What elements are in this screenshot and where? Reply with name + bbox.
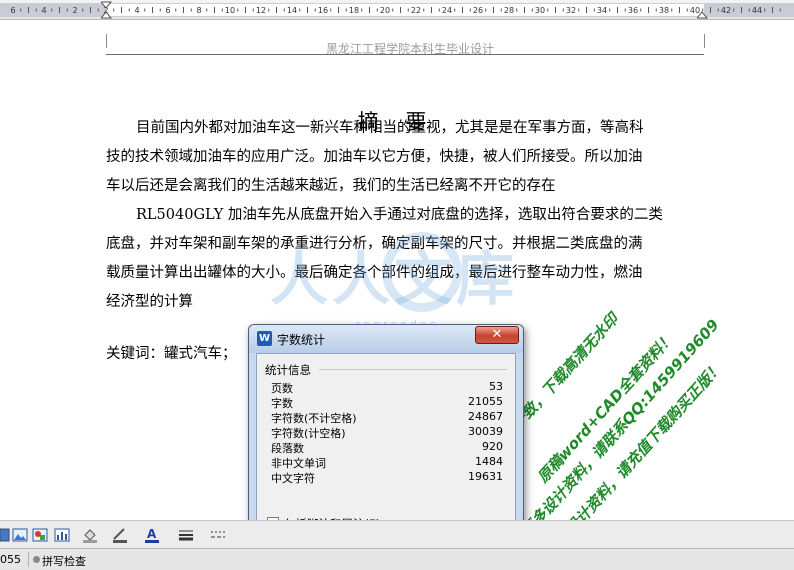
- insert-image-icon[interactable]: [12, 527, 28, 543]
- stat-value: 53: [489, 380, 503, 393]
- line-style-icon[interactable]: [178, 527, 194, 543]
- wps-writer-icon: W: [257, 331, 272, 346]
- stat-label: 字符数(不计空格): [271, 412, 357, 425]
- ruler-number: 10: [225, 6, 235, 15]
- stat-value: 19631: [468, 470, 503, 483]
- status-word-count[interactable]: 055: [0, 553, 21, 566]
- header-corner-mark-right: [704, 34, 705, 48]
- group-divider: [319, 369, 507, 370]
- ruler-number: 42: [721, 6, 731, 15]
- stat-row-non-chinese-words: 非中文单词 1484: [271, 455, 503, 470]
- text-line: RL5040GLY 加油车先从底盘开始入手通过对底盘的选择，选取出符合要求的二类: [136, 207, 663, 223]
- stat-label: 页数: [271, 382, 293, 395]
- line-color-icon[interactable]: [112, 527, 128, 543]
- ruler-number: 12: [256, 6, 266, 15]
- text-line: 目前国内外都对加油车这一新兴车种相当的重视，尤其是是在军事方面，等高科: [136, 120, 644, 136]
- stat-value: 30039: [468, 425, 503, 438]
- ruler-number: 6: [10, 6, 15, 15]
- stat-label: 中文字符: [271, 472, 315, 485]
- right-indent-marker[interactable]: [697, 0, 708, 20]
- status-bar: 055 拼写检查: [0, 548, 794, 570]
- fill-color-icon[interactable]: [82, 527, 98, 543]
- stat-row-chars-no-spaces: 字符数(不计空格) 24867: [271, 410, 503, 425]
- ruler-number: 2: [72, 6, 77, 15]
- ruler-number: 30: [535, 6, 545, 15]
- stat-row-chars-with-spaces: 字符数(计空格) 30039: [271, 425, 503, 440]
- word-count-dialog[interactable]: W 字数统计 ✕ 统计信息 页数 53 字数 21055 字符数(不计空格) 2…: [248, 324, 524, 563]
- stat-value: 1484: [475, 455, 503, 468]
- dialog-title: 字数统计: [277, 333, 326, 347]
- stat-row-pages: 页数 53: [271, 380, 503, 395]
- ruler-number: 8: [196, 6, 201, 15]
- statistics-group-label: 统计信息: [265, 363, 311, 377]
- stat-row-paragraphs: 段落数 920: [271, 440, 503, 455]
- stat-label: 段落数: [271, 442, 304, 455]
- ruler-number: 44: [752, 6, 762, 15]
- ruler-number: 34: [597, 6, 607, 15]
- ruler-number: 6: [165, 6, 170, 15]
- insert-clipart-icon[interactable]: [32, 527, 48, 543]
- stat-row-words: 字数 21055: [271, 395, 503, 410]
- dialog-body: 统计信息 页数 53 字数 21055 字符数(不计空格) 24867 字符数(…: [256, 353, 516, 563]
- ruler-number: 24: [442, 6, 452, 15]
- spell-check-icon: [33, 556, 40, 563]
- stat-row-chinese-chars: 中文字符 19631: [271, 470, 503, 485]
- ruler-number: 28: [504, 6, 514, 15]
- ruler-number: 18: [349, 6, 359, 15]
- ruler-number: 26: [473, 6, 483, 15]
- status-divider: [28, 552, 29, 567]
- watermark-circle: [382, 232, 462, 312]
- ruler-number: 16: [318, 6, 328, 15]
- ruler-number: 22: [411, 6, 421, 15]
- ruler-number: 32: [566, 6, 576, 15]
- header-corner-mark-left: [106, 34, 107, 48]
- text-line: 车以后还是会离我们的生活越来越近，我们的生活已经离不开它的存在: [106, 178, 556, 194]
- ruler-number: 4: [134, 6, 139, 15]
- stat-label: 字符数(计空格): [271, 427, 346, 440]
- ruler-number: 4: [41, 6, 46, 15]
- spell-check-button[interactable]: 拼写检查: [42, 553, 86, 569]
- svg-text:A: A: [147, 527, 157, 541]
- header-rule: [106, 54, 704, 55]
- ruler-number: 14: [287, 6, 297, 15]
- ruler-scale: 6 4 2 2 4 6 8 10 12 14 16 18 20 22 24 26 28 30 32 34 36 38 40 4…: [10, 6, 781, 15]
- close-icon[interactable]: ✕: [475, 326, 519, 344]
- dash-style-icon[interactable]: [210, 527, 226, 543]
- stat-label: 非中文单词: [271, 457, 326, 470]
- abstract-paragraph-1: 目前国内外都对加油车这一新兴车种相当的重视，尤其是是在军事方面，等高科 技的技术…: [106, 114, 706, 201]
- horizontal-ruler[interactable]: 6 4 2 2 4 6 8 10 12 14 16 18 20 22 24 26 28 30 32 34 36 38 40 4…: [0, 0, 794, 20]
- ruler-number: 36: [628, 6, 638, 15]
- ruler-number: 20: [380, 6, 390, 15]
- drawing-toolbar: A: [0, 520, 794, 548]
- text-line: 技的技术领域加油车的应用广泛。加油车以它方便，快捷，被人们所接受。所以加油: [106, 149, 643, 165]
- stat-label: 字数: [271, 397, 293, 410]
- stat-value: 24867: [468, 410, 503, 423]
- font-color-icon[interactable]: A: [144, 527, 160, 543]
- dialog-titlebar[interactable]: W 字数统计 ✕: [249, 325, 523, 353]
- stat-value: 920: [482, 440, 503, 453]
- stat-value: 21055: [468, 395, 503, 408]
- first-line-indent-marker[interactable]: [101, 0, 112, 20]
- insert-chart-icon[interactable]: [54, 527, 70, 543]
- ruler-number: 38: [659, 6, 669, 15]
